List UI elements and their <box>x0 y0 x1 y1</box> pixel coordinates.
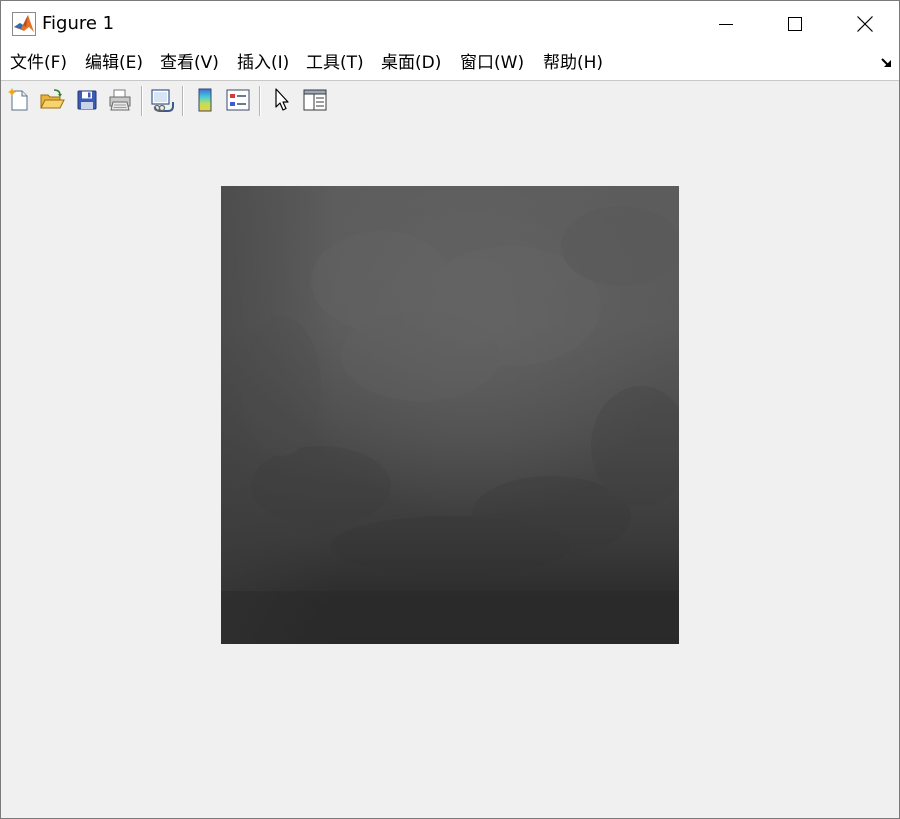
save-button[interactable] <box>73 86 101 114</box>
insert-colorbar-icon <box>198 88 212 112</box>
figure-toolbar <box>1 80 899 121</box>
menu-view[interactable]: 查看(V) <box>160 52 219 74</box>
menu-file[interactable]: 文件(F) <box>10 52 67 74</box>
new-figure-button[interactable] <box>5 86 33 114</box>
open-file-button[interactable] <box>38 86 66 114</box>
menu-insert[interactable]: 插入(I) <box>237 52 289 74</box>
maximize-button[interactable] <box>760 1 829 47</box>
menu-help[interactable]: 帮助(H) <box>543 52 603 74</box>
title-bar[interactable]: Figure 1 <box>1 1 899 47</box>
open-property-inspector-icon <box>303 89 327 111</box>
link-plot-icon <box>151 89 174 112</box>
menu-tools[interactable]: 工具(T) <box>306 52 364 74</box>
toolbar-separator <box>182 86 184 116</box>
menu-desktop[interactable]: 桌面(D) <box>381 52 441 74</box>
print-icon <box>109 89 131 111</box>
figure-canvas[interactable] <box>1 120 899 818</box>
menu-window[interactable]: 窗口(W) <box>460 52 524 74</box>
save-icon <box>77 90 97 110</box>
insert-legend-button[interactable] <box>224 86 252 114</box>
insert-colorbar-button[interactable] <box>191 86 219 114</box>
maximize-icon <box>787 17 802 31</box>
open-file-icon <box>40 89 65 109</box>
menu-bar: 文件(F) 编辑(E) 查看(V) 插入(I) 工具(T) 桌面(D) 窗口(W… <box>1 47 899 80</box>
new-figure-icon <box>8 88 28 111</box>
link-plot-button[interactable] <box>148 86 176 114</box>
menu-edit[interactable]: 编辑(E) <box>85 52 143 74</box>
insert-legend-icon <box>226 89 250 111</box>
close-icon <box>856 16 873 32</box>
edit-plot-button[interactable] <box>268 86 296 114</box>
matlab-logo-icon <box>12 12 36 36</box>
minimize-button[interactable] <box>691 1 760 47</box>
property-inspector-button[interactable] <box>301 86 329 114</box>
toolbar-separator <box>141 86 143 116</box>
minimize-icon <box>718 24 733 25</box>
print-button[interactable] <box>106 86 134 114</box>
grayscale-image <box>221 186 679 644</box>
window-title: Figure 1 <box>42 13 115 34</box>
dock-arrow-icon[interactable] <box>880 56 894 70</box>
toolbar-separator <box>259 86 261 116</box>
close-button[interactable] <box>830 1 899 47</box>
edit-plot-pointer-icon <box>275 88 289 111</box>
figure-window: Figure 1 文件(F) 编辑(E) 查看(V) 插入(I) 工具(T) 桌… <box>0 0 900 819</box>
